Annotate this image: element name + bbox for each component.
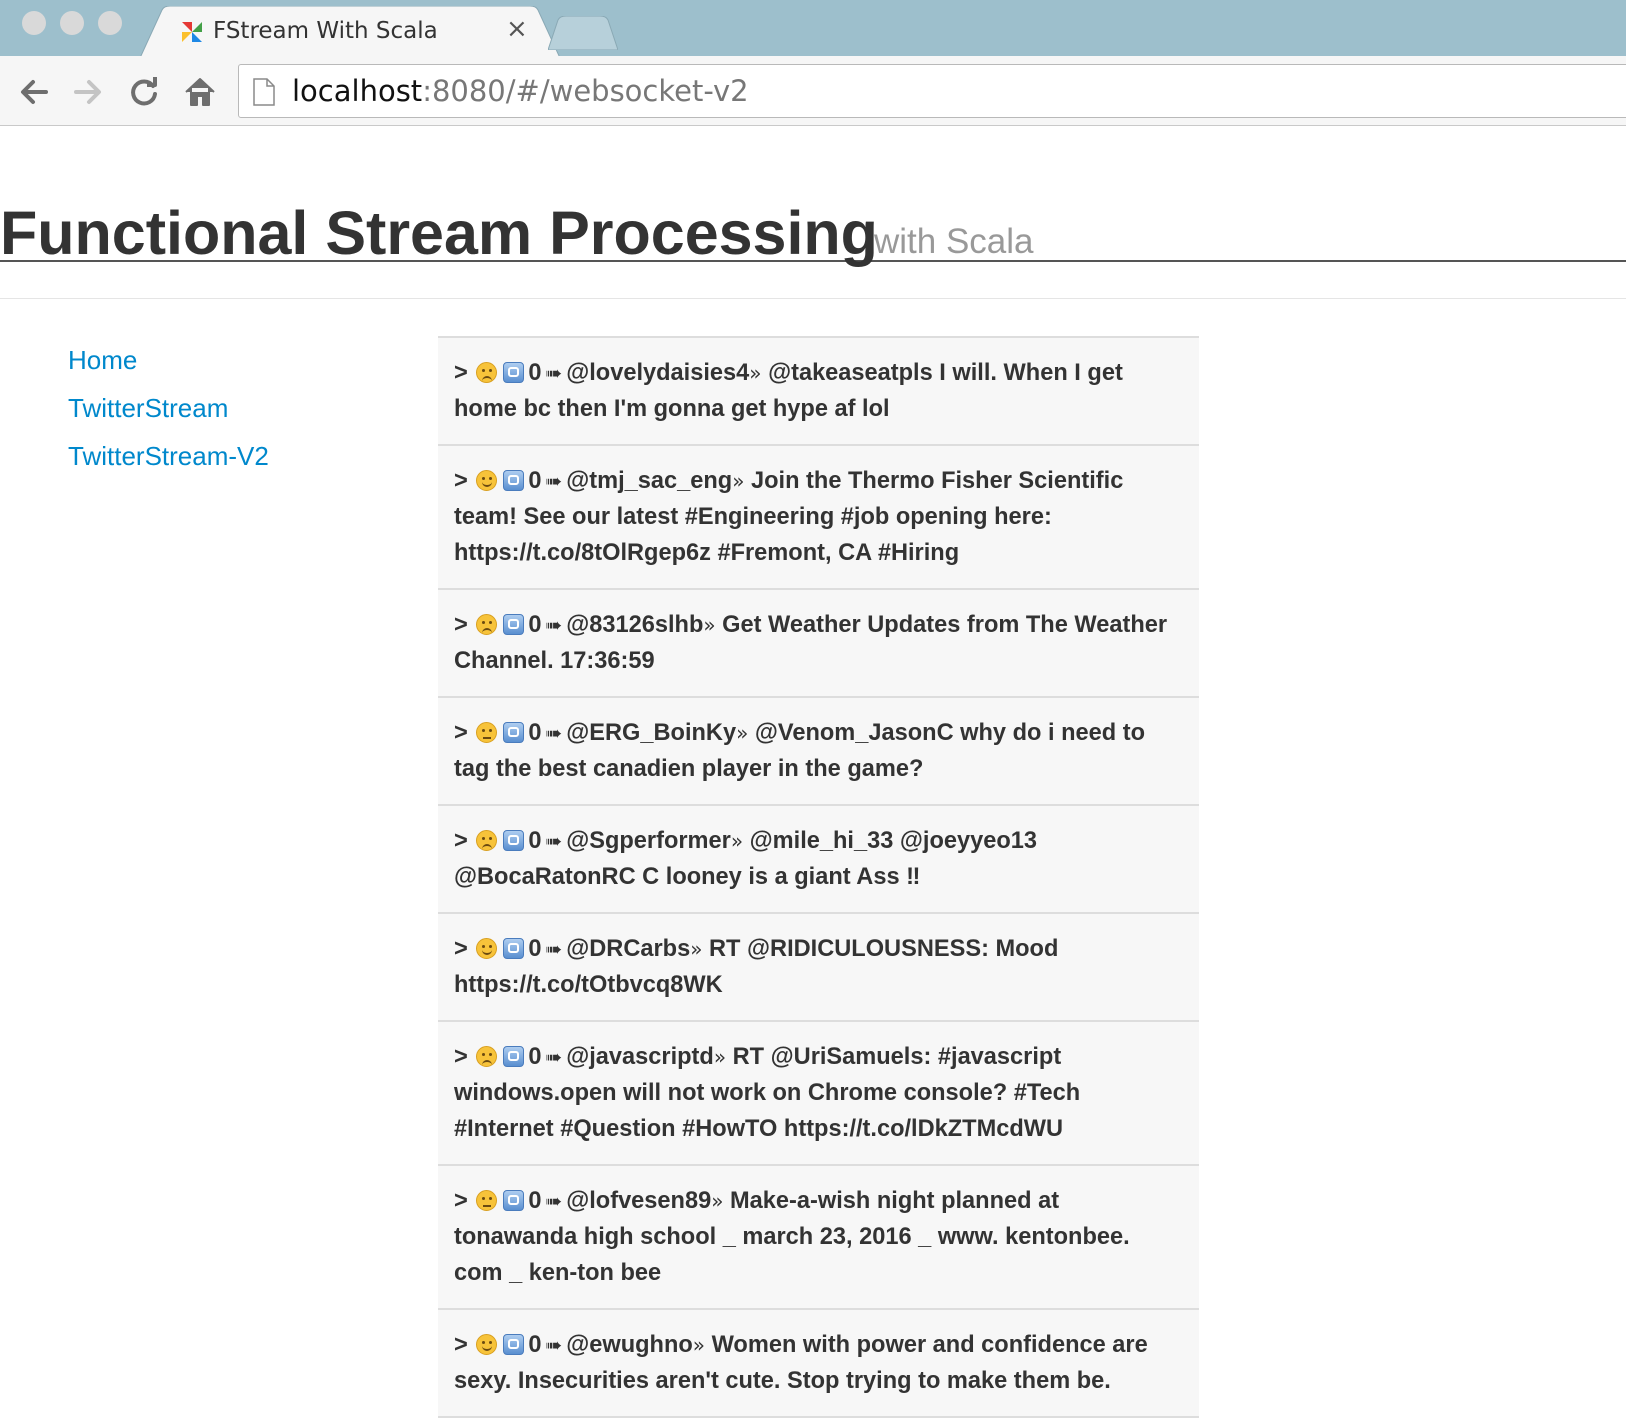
separator-icon: » (713, 1045, 727, 1069)
arrow-icon: ➠ (545, 937, 563, 961)
retweet-icon (503, 830, 525, 851)
retweet-count: 0 (528, 828, 542, 854)
tweet-item: > 0 ➠ @lovelydaisies4» @takeaseatpls I wil… (438, 338, 1199, 446)
separator-icon: » (749, 361, 762, 385)
retweet-icon (503, 722, 525, 743)
retweet-icon (503, 470, 525, 491)
tweet-feed: > 0 ➠ @lovelydaisies4» @takeaseatpls I wil… (438, 336, 1199, 1418)
tweet-item: > 0 ➠ @Sgperformer» @mile_hi_33 @joeyyeo13… (438, 806, 1199, 914)
retweet-icon (503, 938, 525, 959)
retweet-count: 0 (528, 1188, 542, 1214)
tweet-username: @ERG_BoinKy (566, 720, 737, 746)
tweet-item: > 0 ➠ @ewughno» Women with power and confi… (438, 1310, 1199, 1418)
retweet-count: 0 (528, 360, 542, 386)
retweet-count: 0 (528, 936, 542, 962)
retweet-icon (503, 1334, 525, 1355)
arrow-icon: ➠ (545, 613, 563, 637)
retweet-count: 0 (528, 1044, 542, 1070)
prompt-marker: > (454, 828, 468, 854)
separator-icon: » (730, 829, 744, 853)
arrow-icon: ➠ (545, 829, 563, 853)
nav-link-twitterstream[interactable]: TwitterStream (68, 388, 269, 436)
sentiment-sad-icon (476, 614, 498, 635)
separator-icon: » (736, 721, 749, 745)
nav-link-home[interactable]: Home (68, 340, 269, 388)
prompt-marker: > (454, 1044, 468, 1070)
retweet-icon (503, 1046, 525, 1067)
reload-icon[interactable] (126, 74, 162, 110)
close-window-button[interactable] (22, 11, 46, 35)
arrow-icon: ➠ (545, 469, 563, 493)
sentiment-happy-icon (476, 1334, 498, 1355)
tweet-item: > 0 ➠ @tmj_sac_eng» Join the Thermo Fisher… (438, 446, 1199, 590)
forward-arrow-icon[interactable] (70, 74, 106, 110)
tweet-username: @DRCarbs (566, 936, 691, 962)
url-path: :8080/#/websocket-v2 (422, 74, 749, 108)
arrow-icon: ➠ (545, 1045, 563, 1069)
tweet-username: @lofvesen89 (566, 1188, 712, 1214)
nav-link-twitterstream-v2[interactable]: TwitterStream-V2 (68, 436, 269, 484)
divider (0, 298, 1626, 299)
tab-title: FStream With Scala (213, 18, 438, 44)
sentiment-sad-icon (476, 830, 498, 851)
tweet-item: > 0 ➠ @lofvesen89» Make-a-wish night plann… (438, 1166, 1199, 1310)
close-tab-icon[interactable]: × (506, 14, 528, 44)
separator-icon: » (711, 1189, 724, 1213)
sentiment-happy-icon (476, 938, 498, 959)
page-subtitle: with Scala (874, 222, 1034, 261)
retweet-icon (503, 362, 525, 383)
tweet-item: > 0 ➠ @javascriptd» RT @UriSamuels: #javas… (438, 1022, 1199, 1166)
page-document-icon (253, 78, 275, 106)
separator-icon: » (692, 1333, 706, 1357)
back-arrow-icon[interactable] (16, 74, 52, 110)
prompt-marker: > (454, 1188, 468, 1214)
new-tab-button[interactable] (548, 16, 618, 50)
minimize-window-button[interactable] (60, 11, 84, 35)
prompt-marker: > (454, 468, 468, 494)
prompt-marker: > (454, 612, 468, 638)
retweet-count: 0 (528, 612, 542, 638)
prompt-marker: > (454, 720, 468, 746)
retweet-count: 0 (528, 1332, 542, 1358)
prompt-marker: > (454, 360, 468, 386)
separator-icon: » (690, 937, 703, 961)
separator-icon: » (732, 469, 745, 493)
sentiment-sad-icon (476, 362, 498, 383)
zoom-window-button[interactable] (98, 11, 122, 35)
retweet-icon (503, 614, 525, 635)
tweet-username: @tmj_sac_eng (566, 468, 733, 494)
separator-icon: » (703, 613, 716, 637)
home-icon[interactable] (182, 74, 218, 110)
sentiment-sad-icon (476, 1046, 498, 1067)
tweet-item: > 0 ➠ @83126slhb» Get Weather Updates from… (438, 590, 1199, 698)
tweet-item: > 0 ➠ @ERG_BoinKy» @Venom_JasonC why do i … (438, 698, 1199, 806)
tweet-username: @javascriptd (566, 1044, 714, 1070)
url-text[interactable]: localhost:8080/#/websocket-v2 (292, 74, 749, 108)
url-host: localhost (292, 74, 423, 108)
sidebar-nav: Home TwitterStream TwitterStream-V2 (68, 340, 269, 484)
pinwheel-favicon-icon (182, 22, 202, 42)
arrow-icon: ➠ (545, 1189, 563, 1213)
tweet-item: > 0 ➠ @DRCarbs» RT @RIDICULOUSNESS: Mood h… (438, 914, 1199, 1022)
prompt-marker: > (454, 936, 468, 962)
tweet-username: @Sgperformer (566, 828, 731, 854)
tweet-username: @lovelydaisies4 (566, 360, 750, 386)
arrow-icon: ➠ (545, 1333, 563, 1357)
retweet-count: 0 (528, 468, 542, 494)
retweet-count: 0 (528, 720, 542, 746)
tweet-username: @ewughno (566, 1332, 693, 1358)
sentiment-unamused-icon (476, 722, 498, 743)
tweet-username: @83126slhb (566, 612, 704, 638)
page-title: Functional Stream Processing (0, 199, 878, 267)
sentiment-happy-icon (476, 470, 498, 491)
arrow-icon: ➠ (545, 721, 563, 745)
retweet-icon (503, 1190, 525, 1211)
arrow-icon: ➠ (545, 361, 563, 385)
prompt-marker: > (454, 1332, 468, 1358)
sentiment-unamused-icon (476, 1190, 498, 1211)
